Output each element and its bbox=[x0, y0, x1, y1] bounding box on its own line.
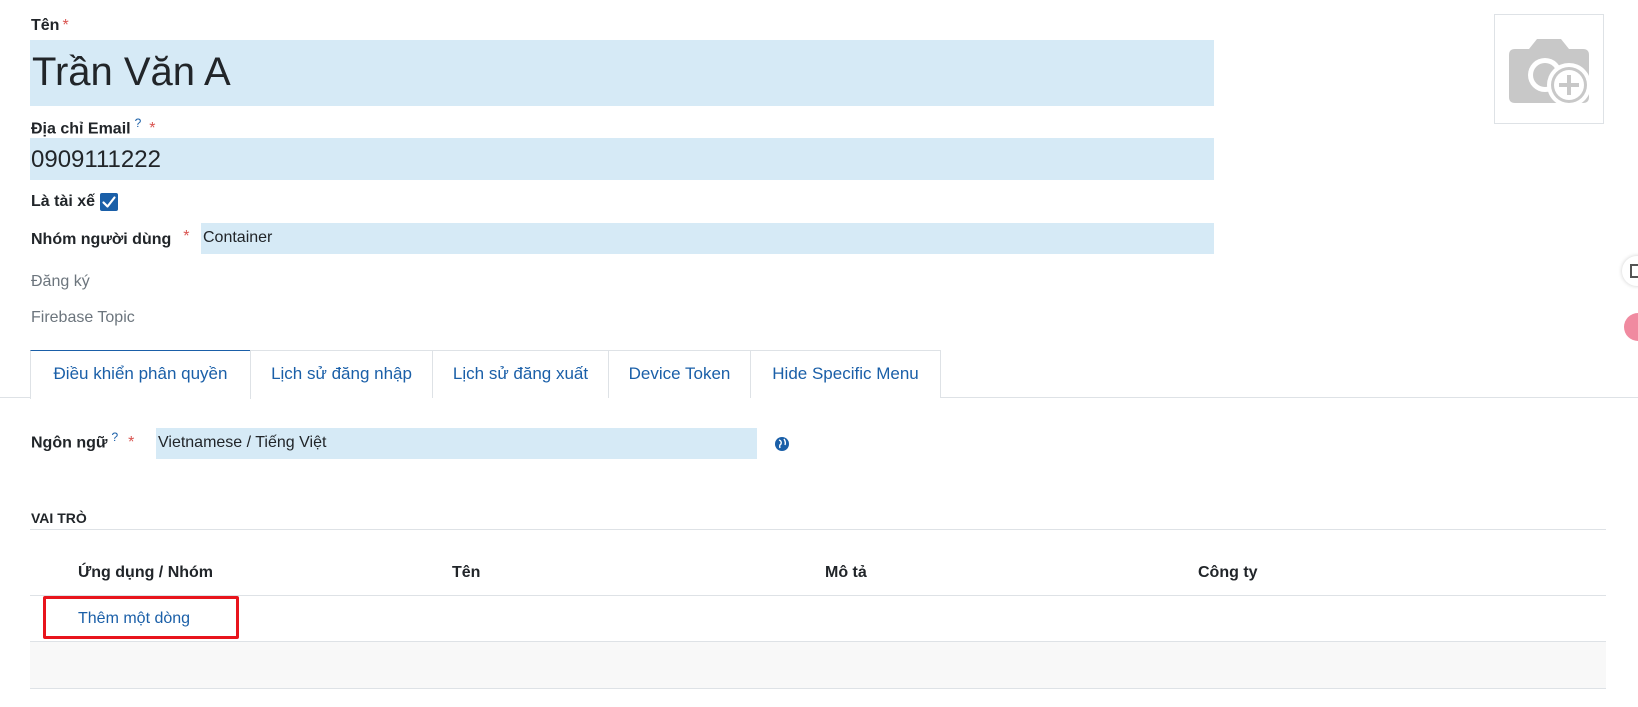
name-input[interactable]: Trần Văn A bbox=[30, 40, 1214, 106]
tab-login-history[interactable]: Lịch sử đăng nhập bbox=[250, 350, 433, 398]
tab-label: Lịch sử đăng nhập bbox=[271, 364, 412, 383]
name-label-text: Tên bbox=[31, 17, 60, 34]
tab-label: Lịch sử đăng xuất bbox=[452, 364, 589, 383]
group-select[interactable]: Container bbox=[201, 223, 1214, 254]
column-header-name[interactable]: Tên bbox=[452, 564, 480, 582]
required-mark: * bbox=[62, 17, 69, 34]
active-tab-gap bbox=[31, 396, 250, 399]
roles-divider bbox=[30, 529, 1606, 530]
email-label: Địa chỉ Email? * bbox=[31, 116, 156, 138]
required-mark: * bbox=[149, 120, 156, 138]
email-help-icon[interactable]: ? bbox=[135, 116, 142, 130]
avatar-upload[interactable] bbox=[1494, 14, 1604, 124]
column-header-company[interactable]: Công ty bbox=[1198, 564, 1258, 582]
group-value: Container bbox=[203, 229, 273, 246]
roles-section-title: VAI TRÒ bbox=[31, 510, 87, 526]
driver-checkbox[interactable] bbox=[100, 193, 118, 211]
side-widget-button[interactable] bbox=[1622, 256, 1638, 286]
camera-add-icon bbox=[1509, 39, 1591, 107]
email-input[interactable]: 0909111222 bbox=[30, 138, 1214, 180]
group-label: Nhóm người dùng * bbox=[31, 228, 190, 249]
tab-device-token[interactable]: Device Token bbox=[608, 350, 751, 398]
language-label: Ngôn ngữ? * bbox=[31, 430, 134, 452]
driver-label: Là tài xế bbox=[31, 193, 96, 210]
side-chat-button[interactable] bbox=[1624, 313, 1638, 341]
tab-access-rights[interactable]: Điều khiển phân quyền bbox=[30, 350, 251, 399]
highlight-box bbox=[43, 596, 239, 639]
tab-label: Hide Specific Menu bbox=[772, 364, 919, 383]
tab-logout-history[interactable]: Lịch sử đăng xuất bbox=[432, 350, 609, 398]
tab-hide-specific-menu[interactable]: Hide Specific Menu bbox=[750, 350, 941, 398]
check-icon bbox=[102, 196, 116, 208]
required-mark: * bbox=[183, 228, 190, 245]
language-label-text: Ngôn ngữ bbox=[31, 434, 108, 452]
table-row bbox=[30, 642, 1606, 688]
table-header-divider bbox=[30, 595, 1606, 596]
language-select[interactable]: Vietnamese / Tiếng Việt bbox=[156, 428, 757, 459]
tab-label: Device Token bbox=[628, 364, 731, 383]
name-value: Trần Văn A bbox=[32, 50, 231, 94]
email-value: 0909111222 bbox=[31, 146, 161, 173]
table-bottom-divider bbox=[30, 688, 1606, 689]
language-help-icon[interactable]: ? bbox=[111, 430, 118, 444]
language-value: Vietnamese / Tiếng Việt bbox=[158, 434, 327, 451]
email-label-text: Địa chỉ Email bbox=[31, 120, 131, 138]
column-header-description[interactable]: Mô tả bbox=[825, 564, 867, 582]
column-header-app-group[interactable]: Ứng dụng / Nhóm bbox=[78, 564, 213, 582]
globe-icon[interactable] bbox=[774, 436, 790, 457]
expand-icon bbox=[1630, 264, 1638, 278]
required-mark: * bbox=[128, 434, 135, 452]
group-label-text: Nhóm người dùng bbox=[31, 231, 172, 248]
tab-label: Điều khiển phân quyền bbox=[53, 364, 228, 383]
firebase-topic-label: Firebase Topic bbox=[31, 309, 135, 326]
register-label: Đăng ký bbox=[31, 273, 90, 290]
name-label: Tên * bbox=[31, 17, 69, 35]
